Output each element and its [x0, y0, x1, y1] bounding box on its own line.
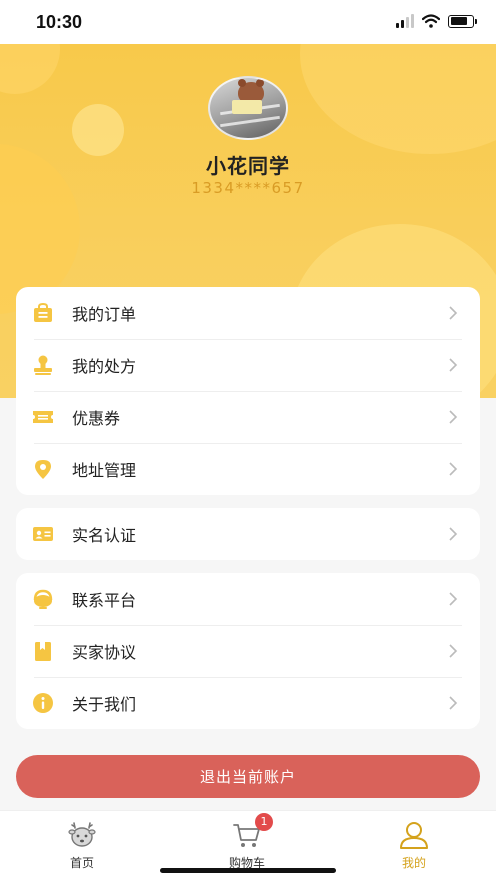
bookmark-icon [35, 642, 51, 661]
menu-label-coupons: 优惠券 [72, 409, 121, 428]
chevron-right-icon [449, 592, 458, 606]
signal-icon [396, 14, 414, 28]
logout-button[interactable]: 退出当前账户 [16, 755, 480, 798]
user-phone: 1334****657 [191, 179, 305, 197]
bag-icon [34, 302, 52, 322]
menu-item-orders[interactable]: 我的订单 [16, 287, 480, 339]
menu-item-address[interactable]: 地址管理 [16, 443, 480, 495]
wifi-icon [422, 14, 440, 28]
chevron-right-icon [449, 462, 458, 476]
menu-label-orders: 我的订单 [72, 305, 137, 324]
id-card-icon [33, 527, 53, 541]
user-icon [400, 822, 428, 849]
chevron-right-icon [449, 306, 458, 320]
menu-item-real-name[interactable]: 实名认证 [16, 508, 480, 560]
battery-icon [448, 14, 477, 28]
menu-label-prescriptions: 我的处方 [72, 357, 137, 376]
chevron-right-icon [449, 696, 458, 710]
menu-label-real-name: 实名认证 [72, 526, 137, 545]
tab-mine[interactable]: 我的 [364, 817, 464, 870]
tab-cart[interactable]: 1 购物车 [197, 813, 297, 870]
home-indicator [160, 868, 336, 873]
deer-icon [68, 822, 96, 847]
chevron-right-icon [449, 644, 458, 658]
menu-label-buyer-agreement: 买家协议 [72, 643, 137, 662]
status-time: 10:30 [36, 12, 83, 32]
user-name: 小花同学 [206, 154, 290, 178]
avatar[interactable] [208, 76, 288, 140]
chevron-right-icon [449, 358, 458, 372]
info-icon [33, 693, 53, 713]
tab-label-mine: 我的 [401, 856, 426, 870]
location-pin-icon [35, 460, 51, 479]
menu-item-coupons[interactable]: 优惠券 [16, 391, 480, 443]
menu-label-contact: 联系平台 [72, 591, 137, 610]
chevron-right-icon [449, 410, 458, 424]
status-bar: 10:30 [0, 0, 496, 44]
menu-card-verification: 实名认证 [16, 508, 480, 560]
tab-home[interactable]: 首页 [32, 817, 132, 870]
tab-label-home: 首页 [69, 856, 94, 870]
menu-card-support: 联系平台 买家协议 关于我们 [16, 573, 480, 729]
cart-badge: 1 [255, 813, 273, 831]
menu-card-account: 我的订单 我的处方 优惠券 地址管理 [16, 287, 480, 495]
headset-icon [33, 589, 53, 609]
ticket-icon [33, 411, 53, 423]
stamp-icon [34, 355, 52, 375]
menu-item-buyer-agreement[interactable]: 买家协议 [16, 625, 480, 677]
menu-label-address: 地址管理 [72, 461, 137, 480]
status-icons [396, 14, 477, 28]
menu-label-about: 关于我们 [72, 695, 137, 714]
chevron-right-icon [449, 527, 458, 541]
menu-item-about[interactable]: 关于我们 [16, 677, 480, 729]
menu-item-contact[interactable]: 联系平台 [16, 573, 480, 625]
menu-item-prescriptions[interactable]: 我的处方 [16, 339, 480, 391]
